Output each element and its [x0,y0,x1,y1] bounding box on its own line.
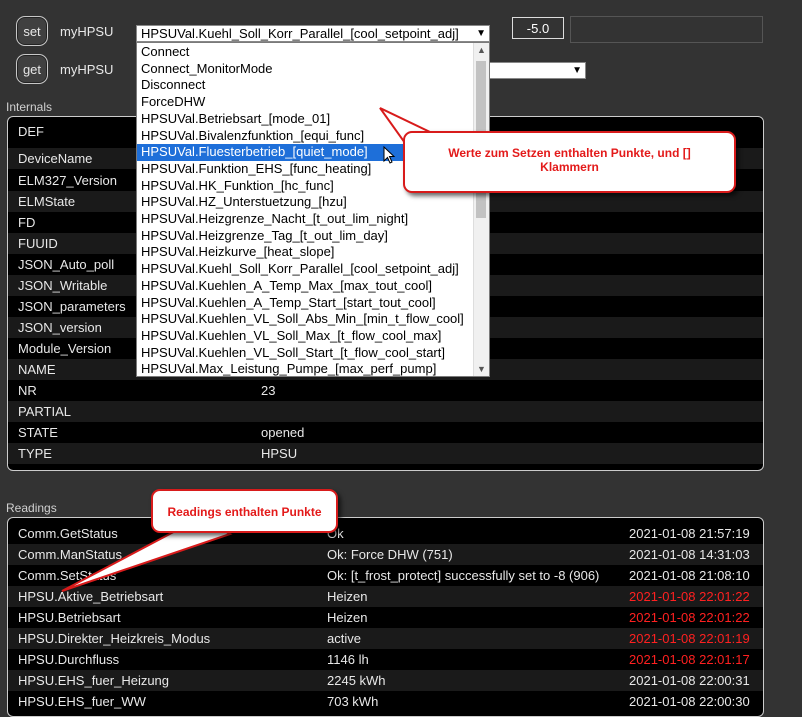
internals-value: opened [261,425,305,440]
reading-timestamp: 2021-01-08 22:01:19 [629,631,750,646]
reading-value: active [327,631,361,646]
readings-callout: Readings enthalten Punkte [151,489,338,533]
dropdown-option[interactable]: Connect [137,44,475,61]
reading-timestamp: 2021-01-08 22:01:17 [629,652,750,667]
dropdown-option[interactable]: HPSUVal.Kuehlen_VL_Soll_Max_[t_flow_cool… [137,328,475,345]
get-device-label: myHPSU [60,62,114,77]
internals-value: HPSU [261,446,298,461]
internals-row: NR 23 [8,380,763,401]
scroll-down-icon[interactable]: ▼ [477,364,486,374]
set-value-input[interactable]: -5.0 [512,17,564,39]
dropdown-option[interactable]: HPSUVal.Kuehl_Soll_Korr_Parallel_[cool_s… [137,261,475,278]
set-reading-select[interactable]: HPSUVal.Kuehl_Soll_Korr_Parallel_[cool_s… [136,25,490,42]
set-select-value: HPSUVal.Kuehl_Soll_Korr_Parallel_[cool_s… [141,26,459,41]
dropdown-option[interactable]: HPSUVal.Max_Leistung_Pumpe_[max_perf_pum… [137,361,475,376]
reading-name[interactable]: HPSU.EHS_fuer_WW [18,694,146,709]
internals-key: Module_Version [18,341,112,356]
dropdown-scrollbar[interactable]: ▲ ▼ [473,43,489,376]
readings-row: HPSU.Betriebsart Heizen 2021-01-08 22:01:2… [8,607,763,628]
reading-timestamp: 2021-01-08 22:00:30 [629,694,750,709]
reading-value: Ok: [t_frost_protect] successfully set t… [327,568,600,583]
internals-row: TYPE HPSU [8,443,763,464]
internals-key: TYPE [18,446,52,461]
chevron-down-icon: ▼ [572,65,582,76]
readings-row: HPSU.EHS_fuer_WW 703 kWh 2021-01-08 22:00:… [8,691,763,712]
internals-key: FD [18,215,36,230]
internals-key: JSON_parameters [18,299,126,314]
internals-key: ELMState [18,194,76,209]
set-button[interactable]: set [16,16,48,46]
get-button-label: get [22,61,42,77]
set-extra-area [570,16,763,43]
internals-key: NR [18,383,37,398]
set-device-label: myHPSU [60,24,114,39]
reading-name[interactable]: HPSU.Aktive_Betriebsart [18,589,163,604]
dropdown-option[interactable]: HPSUVal.Heizkurve_[heat_slope] [137,244,475,261]
reading-timestamp: 2021-01-08 22:01:22 [629,589,750,604]
dropdown-option[interactable]: HPSUVal.Heizgrenze_Tag_[t_out_lim_day] [137,228,475,245]
dropdown-callout-text: Werte zum Setzen enthalten Punkte, und [… [448,146,691,174]
dropdown-option[interactable]: Connect_MonitorMode [137,61,475,78]
internals-key: FUUID [18,236,58,251]
readings-row: HPSU.EHS_fuer_Heizung 2245 kWh 2021-01-08 … [8,670,763,691]
reading-name[interactable]: HPSU.Durchfluss [18,652,119,667]
dropdown-option[interactable]: ForceDHW [137,94,475,111]
reading-name[interactable]: Comm.ManStatus [18,547,122,562]
readings-callout-text: Readings enthalten Punkte [167,505,322,519]
scroll-up-icon[interactable]: ▲ [477,45,486,55]
reading-name[interactable]: Comm.GetStatus [18,526,118,541]
internals-row: PARTIAL [8,401,763,422]
dropdown-option[interactable]: HPSUVal.Kuehlen_A_Temp_Start_[start_tout… [137,295,475,312]
internals-value: 23 [261,383,276,398]
reading-dropdown-list[interactable]: Connect Connect_MonitorMode Disconnect Forc… [136,42,490,377]
internals-key: DeviceName [18,151,93,166]
internals-heading: Internals [6,100,53,114]
readings-row: HPSU.Direkter_Heizkreis_Modus active 2021-… [8,628,763,649]
readings-heading: Readings [6,501,57,515]
set-button-label: set [23,23,41,39]
internals-key: JSON_version [18,320,102,335]
readings-row: Comm.GetStatus Ok 2021-01-08 21:57:19 [8,523,763,544]
chevron-down-icon: ▼ [476,28,486,39]
readings-row: HPSU.Aktive_Betriebsart Heizen 2021-01-08 … [8,586,763,607]
reading-value: 1146 lh [327,652,369,667]
dropdown-option[interactable]: HPSUVal.Kuehlen_VL_Soll_Abs_Min_[min_t_f… [137,311,475,328]
readings-table: Comm.GetStatus Ok 2021-01-08 21:57:19 Comm.… [7,517,764,717]
readings-row: Comm.SetStatus Ok: [t_frost_protect] succ… [8,565,763,586]
reading-name[interactable]: HPSU.Direkter_Heizkreis_Modus [18,631,210,646]
internals-key: ELM327_Version [18,173,118,188]
get-button[interactable]: get [16,54,48,84]
readings-row: HPSU.Durchfluss 1146 lh 2021-01-08 22:01:1… [8,649,763,670]
reading-value: 2245 kWh [327,673,386,688]
reading-timestamp: 2021-01-08 21:57:19 [629,526,750,541]
internals-key: JSON_Auto_poll [18,257,115,272]
readings-row: Comm.ManStatus Ok: Force DHW (751) 2021-01… [8,544,763,565]
reading-timestamp: 2021-01-08 14:31:03 [629,547,750,562]
reading-timestamp: 2021-01-08 22:01:22 [629,610,750,625]
reading-value: 703 kWh [327,694,379,709]
reading-name[interactable]: HPSU.EHS_fuer_Heizung [18,673,169,688]
internals-row: STATE opened [8,422,763,443]
reading-timestamp: 2021-01-08 21:08:10 [629,568,750,583]
reading-name[interactable]: HPSU.Betriebsart [18,610,121,625]
dropdown-option[interactable]: HPSUVal.HZ_Unterstuetzung_[hzu] [137,194,475,211]
mouse-cursor-icon [383,146,396,164]
reading-value: Heizen [327,589,368,604]
internals-key: DEF [18,124,44,139]
dropdown-option[interactable]: HPSUVal.Heizgrenze_Nacht_[t_out_lim_nigh… [137,211,475,228]
internals-key: PARTIAL [18,404,71,419]
internals-key: NAME [18,362,56,377]
reading-timestamp: 2021-01-08 22:00:31 [629,673,750,688]
internals-key: STATE [18,425,58,440]
reading-value: Heizen [327,610,368,625]
dropdown-callout: Werte zum Setzen enthalten Punkte, und [… [403,131,736,193]
internals-key: JSON_Writable [18,278,108,293]
dropdown-option[interactable]: Disconnect [137,77,475,94]
dropdown-option[interactable]: HPSUVal.Betriebsart_[mode_01] [137,111,475,128]
reading-name[interactable]: Comm.SetStatus [18,568,116,583]
dropdown-option[interactable]: HPSUVal.Kuehlen_A_Temp_Max_[max_tout_coo… [137,278,475,295]
dropdown-option[interactable]: HPSUVal.Kuehlen_VL_Soll_Start_[t_flow_co… [137,345,475,362]
reading-value: Ok: Force DHW (751) [327,547,453,562]
